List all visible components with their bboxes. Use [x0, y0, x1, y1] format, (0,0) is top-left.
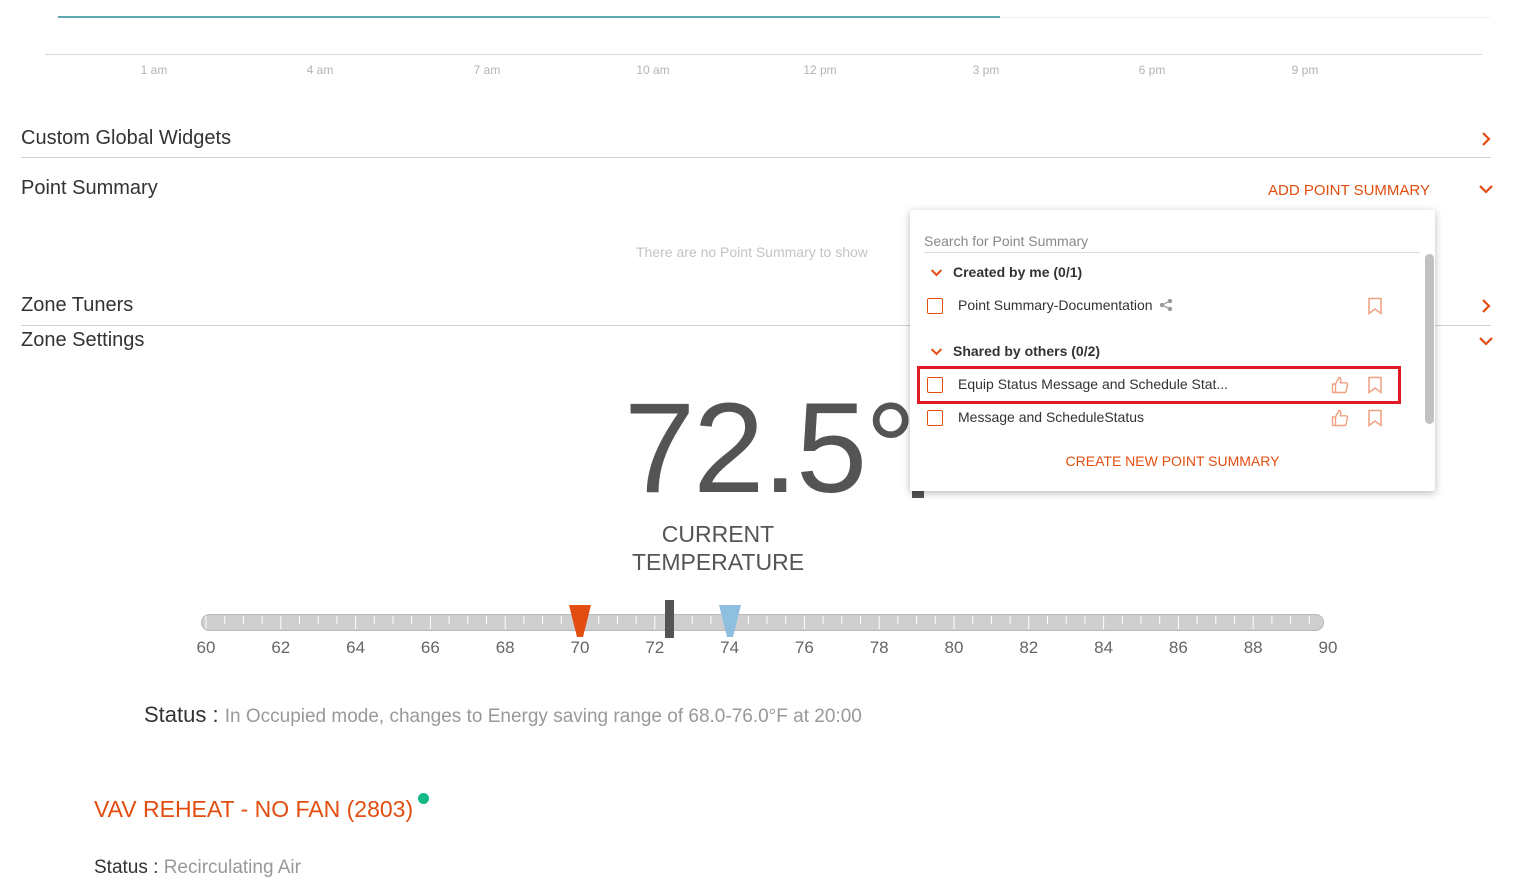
status-label: Status : [144, 702, 219, 727]
slider-scale-label: 86 [1168, 638, 1188, 657]
current-label-line2: TEMPERATURE [631, 549, 805, 575]
online-status-dot [418, 793, 429, 804]
cooling-setpoint-handle[interactable] [718, 605, 741, 637]
item-label: Message and ScheduleStatus [958, 409, 1145, 425]
section-zone-settings[interactable]: Zone Settings [21, 329, 144, 352]
equipment-status: Status : Recirculating Air [94, 857, 301, 879]
point-summary-search-input[interactable] [924, 229, 1420, 253]
highlight-box [917, 366, 1401, 404]
chevron-right-icon[interactable] [1478, 131, 1494, 147]
add-point-summary-button[interactable]: ADD POINT SUMMARY [1268, 182, 1430, 199]
slider-scale-label: 76 [794, 638, 814, 657]
share-icon [1159, 298, 1172, 312]
group-created-by-me[interactable]: Created by me (0/1) [930, 264, 1082, 280]
list-item[interactable]: Message and ScheduleStatus [927, 409, 1397, 429]
slider-scale-label: 82 [1019, 638, 1039, 657]
dropdown-scrollbar[interactable] [1425, 254, 1434, 424]
chevron-right-icon[interactable] [1478, 298, 1494, 314]
thumbs-up-icon[interactable] [1331, 409, 1349, 427]
slider-scale-label: 70 [570, 638, 590, 657]
item-label: Point Summary-Documentation [958, 297, 1173, 313]
list-item[interactable]: Point Summary-Documentation [927, 297, 1397, 317]
group-shared-label: Shared by others (0/2) [953, 343, 1101, 359]
slider-scale-label: 66 [420, 638, 440, 657]
slider-scale-label: 80 [944, 638, 964, 657]
item-label-text: Point Summary-Documentation [958, 297, 1153, 313]
section-divider [21, 157, 1491, 158]
slider-scale-label: 88 [1243, 638, 1263, 657]
equipment-title[interactable]: VAV REHEAT - NO FAN (2803) [94, 796, 413, 823]
section-custom-global-widgets[interactable]: Custom Global Widgets [21, 127, 231, 150]
timeline-tick: 12 pm [803, 63, 837, 77]
equipment-status-value: Recirculating Air [163, 857, 301, 878]
chevron-down-icon [930, 347, 943, 355]
slider-scale-label: 60 [196, 638, 216, 657]
chevron-down-icon[interactable] [1478, 181, 1494, 197]
slider-scale-label: 62 [271, 638, 291, 657]
timeline-tick: 3 pm [972, 63, 1000, 77]
current-temperature-label: CURRENT TEMPERATURE [620, 520, 816, 576]
current-temperature-value: 72.5° [624, 377, 916, 520]
chevron-down-icon [930, 268, 943, 276]
bookmark-icon[interactable] [1367, 297, 1383, 315]
slider-scale-label: 72 [645, 638, 665, 657]
current-label-line1: CURRENT [661, 521, 775, 547]
timeline-series-line [58, 16, 1000, 18]
heating-setpoint-handle[interactable] [569, 605, 591, 637]
timeline-tick: 9 pm [1291, 63, 1319, 77]
empty-point-summary-message: There are no Point Summary to show [636, 244, 868, 260]
item-checkbox[interactable] [927, 298, 943, 314]
slider-scale-label: 90 [1318, 638, 1338, 657]
section-point-summary[interactable]: Point Summary [21, 177, 158, 200]
point-summary-dropdown: Created by me (0/1) Point Summary-Docume… [910, 210, 1435, 491]
slider-scale-label: 64 [346, 638, 366, 657]
slider-ticks [205, 616, 1329, 629]
timeline-tick: 7 am [473, 63, 501, 77]
slider-scale-label: 78 [869, 638, 889, 657]
slider-scale-label: 74 [720, 638, 740, 657]
slider-scale-label: 68 [495, 638, 515, 657]
zone-status: Status : In Occupied mode, changes to En… [144, 702, 862, 728]
status-value: In Occupied mode, changes to Energy savi… [224, 706, 862, 727]
group-created-label: Created by me (0/1) [953, 264, 1083, 280]
group-shared-by-others[interactable]: Shared by others (0/2) [930, 343, 1100, 359]
timeline-tick: 6 pm [1138, 63, 1166, 77]
create-new-point-summary-button[interactable]: CREATE NEW POINT SUMMARY [910, 453, 1435, 469]
timeline-gridline [1000, 17, 1490, 18]
timeline-tick: 4 am [306, 63, 334, 77]
section-zone-tuners[interactable]: Zone Tuners [21, 294, 133, 317]
current-temperature-marker [665, 600, 675, 638]
timeline-tick: 10 am [636, 63, 670, 77]
slider-scale-label: 84 [1094, 638, 1114, 657]
item-checkbox[interactable] [927, 410, 943, 426]
timeline-axis [45, 54, 1482, 55]
chevron-down-icon[interactable] [1478, 333, 1494, 349]
timeline-tick: 1 am [140, 63, 168, 77]
bookmark-icon[interactable] [1367, 409, 1383, 427]
equipment-status-label: Status : [94, 857, 159, 878]
